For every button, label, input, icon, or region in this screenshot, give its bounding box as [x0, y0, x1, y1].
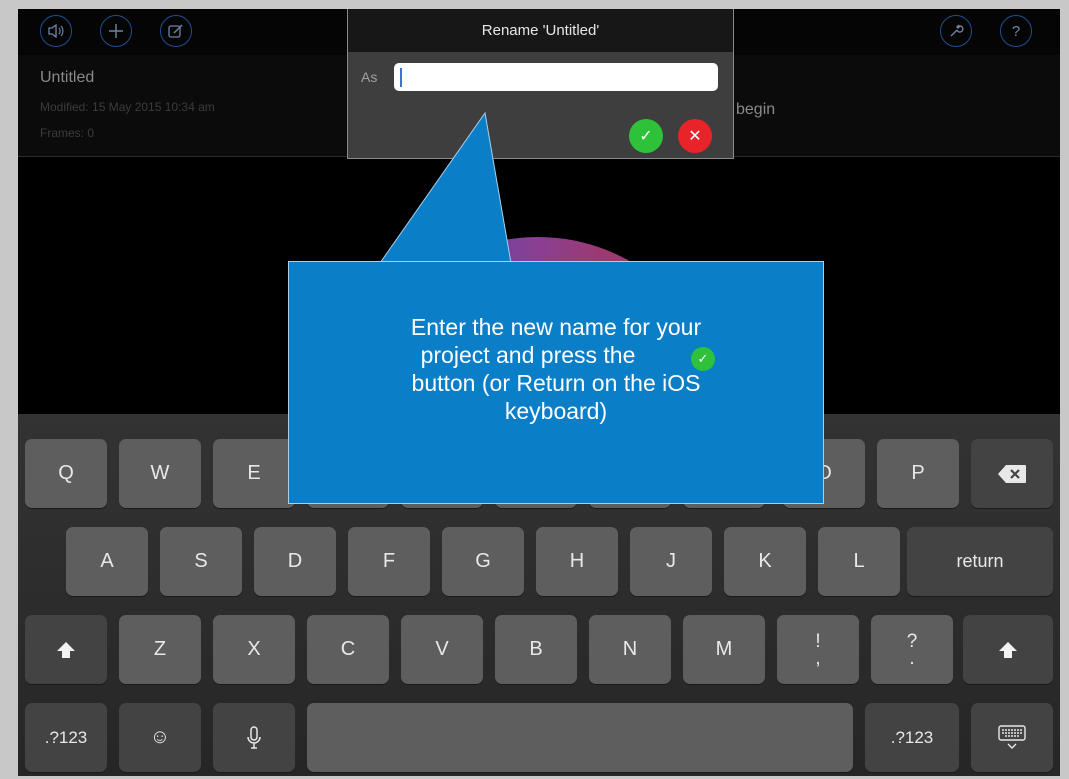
key-w[interactable]: W [119, 439, 201, 508]
return-key[interactable]: return [907, 527, 1053, 596]
key-period-bottom: . [909, 647, 915, 669]
begin-text: begin [736, 101, 776, 118]
help-icon[interactable]: ? [1000, 15, 1032, 47]
callout-line-3: button (or Return on the iOS [411, 370, 701, 396]
dictation-key[interactable] [213, 703, 295, 772]
keyboard-hide-icon [998, 724, 1026, 749]
shift-icon [57, 641, 75, 658]
edit-icon[interactable] [160, 15, 192, 47]
key-z[interactable]: Z [119, 615, 201, 684]
key-x[interactable]: X [213, 615, 295, 684]
shift-key-right[interactable] [963, 615, 1053, 684]
key-m[interactable]: M [683, 615, 765, 684]
key-h[interactable]: H [536, 527, 618, 596]
rename-input[interactable] [394, 63, 718, 91]
key-exclamation-top: ! [815, 630, 821, 652]
backspace-icon [998, 464, 1026, 483]
dialog-title: Rename 'Untitled' [348, 9, 733, 52]
text-cursor [400, 68, 402, 87]
key-v[interactable]: V [401, 615, 483, 684]
key-d[interactable]: D [254, 527, 336, 596]
space-key[interactable] [307, 703, 853, 772]
confirm-button[interactable]: ✓ [629, 119, 663, 153]
numbers-key-right[interactable]: .?123 [865, 703, 959, 772]
microphone-icon [247, 725, 261, 749]
shift-icon [999, 641, 1017, 658]
key-j[interactable]: J [630, 527, 712, 596]
key-c[interactable]: C [307, 615, 389, 684]
emoji-key[interactable]: ☺ [119, 703, 201, 772]
key-comma-bottom: , [815, 647, 821, 669]
close-icon: ✕ [688, 128, 702, 145]
cancel-button[interactable]: ✕ [678, 119, 712, 153]
hide-keyboard-key[interactable] [971, 703, 1053, 772]
key-g[interactable]: G [442, 527, 524, 596]
key-b[interactable]: B [495, 615, 577, 684]
project-frames-count: Frames: 0 [40, 126, 95, 140]
project-name: Untitled [40, 69, 95, 86]
key-l[interactable]: L [818, 527, 900, 596]
key-question-period[interactable]: ?. [871, 615, 953, 684]
key-exclamation-comma[interactable]: !, [777, 615, 859, 684]
callout-line-4: keyboard) [504, 398, 608, 424]
numbers-key-left[interactable]: .?123 [25, 703, 107, 772]
wrench-icon[interactable] [940, 15, 972, 47]
callout-line-1: Enter the new name for your [410, 314, 702, 340]
backspace-key[interactable] [971, 439, 1053, 508]
key-question-top: ? [906, 630, 918, 652]
rename-dialog: Rename 'Untitled' As ✓ ✕ [347, 9, 734, 159]
key-q[interactable]: Q [25, 439, 107, 508]
project-modified-date: Modified: 15 May 2015 10:34 am [40, 100, 215, 114]
emoji-icon: ☺ [149, 726, 171, 748]
as-label: As [361, 69, 378, 85]
key-f[interactable]: F [348, 527, 430, 596]
key-e[interactable]: E [213, 439, 295, 508]
key-p[interactable]: P [877, 439, 959, 508]
checkmark-icon: ✓ [691, 347, 715, 371]
shift-key-left[interactable] [25, 615, 107, 684]
speaker-icon[interactable] [40, 15, 72, 47]
plus-icon[interactable] [100, 15, 132, 47]
checkmark-icon: ✓ [639, 128, 653, 145]
key-s[interactable]: S [160, 527, 242, 596]
key-a[interactable]: A [66, 527, 148, 596]
key-k[interactable]: K [724, 527, 806, 596]
ipad-screen: ? Untitled Modified: 15 May 2015 10:34 a… [18, 9, 1060, 776]
key-n[interactable]: N [589, 615, 671, 684]
